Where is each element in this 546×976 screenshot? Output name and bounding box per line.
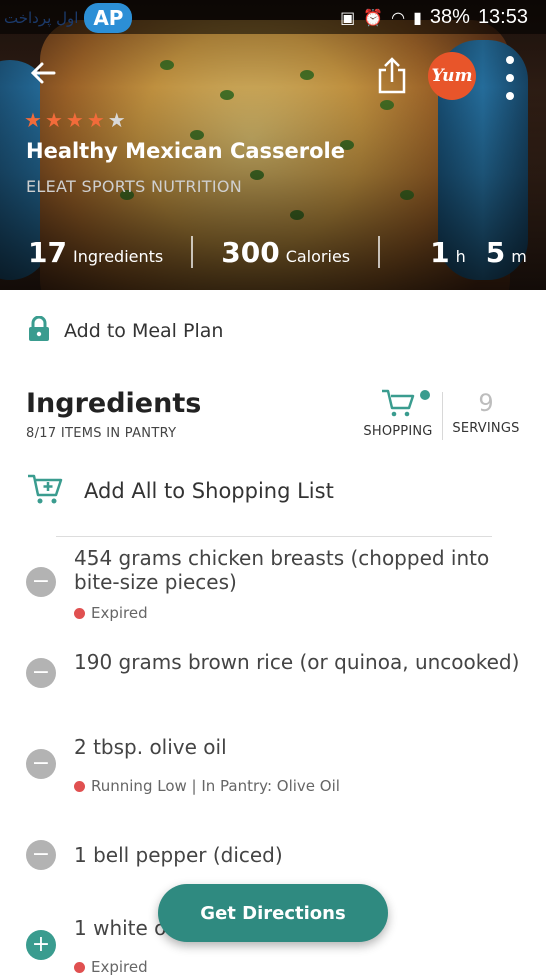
rating-stars: ★ ★ ★ ★ ★: [24, 108, 126, 132]
cart-plus-icon: [26, 472, 64, 510]
yum-save-button[interactable]: Yum: [428, 52, 476, 100]
ingredients-stat: 17 Ingredients: [28, 235, 164, 269]
wifi-icon: ◠: [391, 7, 406, 27]
recipe-stats: 17 Ingredients 300 Calories 1 h 5 m: [28, 232, 528, 272]
remove-button[interactable]: −: [26, 567, 56, 597]
remove-button[interactable]: −: [26, 749, 56, 779]
notification-icon: ▣: [340, 7, 356, 27]
ingredient-status: Expired: [74, 958, 148, 976]
time-stat: 1 h 5 m: [430, 235, 527, 269]
divider: [442, 392, 443, 440]
star-icon: ★: [86, 108, 105, 132]
alert-dot: [74, 780, 85, 792]
divider: [378, 236, 381, 268]
add-button[interactable]: +: [26, 930, 56, 960]
cart-icon: [380, 389, 416, 422]
ingredient-status: Expired: [74, 604, 148, 622]
back-arrow-icon[interactable]: [28, 58, 62, 92]
ingredient-text: 454 grams chicken breasts (chopped into …: [74, 546, 490, 594]
add-to-meal-plan-button[interactable]: Add to Meal Plan: [28, 315, 223, 346]
battery-percent: 38%: [429, 5, 470, 28]
remove-button[interactable]: −: [26, 840, 56, 870]
pantry-count: 8/17 ITEMS IN PANTRY: [26, 426, 177, 441]
star-icon: ★: [65, 108, 84, 132]
star-icon: ★: [44, 108, 63, 132]
alert-dot: [74, 607, 85, 619]
star-empty-icon: ★: [107, 108, 126, 132]
lock-icon: [28, 315, 50, 346]
get-directions-button[interactable]: Get Directions: [158, 884, 388, 942]
alert-dot: [74, 961, 85, 973]
star-icon: ★: [24, 108, 42, 132]
recipe-source[interactable]: ELEAT SPORTS NUTRITION: [26, 177, 242, 196]
more-options-icon[interactable]: [502, 56, 518, 100]
ingredient-text: 1 bell pepper (diced): [74, 843, 283, 867]
recipe-title: Healthy Mexican Casserole: [26, 139, 345, 163]
ingredient-text: 2 tbsp. olive oil: [74, 735, 227, 759]
shopping-toggle[interactable]: SHOPPING: [356, 388, 440, 439]
share-icon[interactable]: [376, 56, 408, 96]
add-all-to-shopping-list-button[interactable]: Add All to Shopping List: [26, 472, 334, 510]
ingredients-heading: Ingredients: [26, 388, 202, 419]
calories-stat: 300 Calories: [221, 235, 351, 269]
remove-button[interactable]: −: [26, 658, 56, 688]
divider: [56, 536, 492, 537]
indicator-dot: [420, 390, 430, 400]
clock: 13:53: [477, 5, 528, 28]
ingredient-text: 190 grams brown rice (or quinoa, uncooke…: [74, 650, 520, 674]
watermark-logo: اول پرداخت AP: [4, 2, 133, 34]
ingredient-status: Running Low | In Pantry: Olive Oil: [74, 777, 340, 795]
alarm-icon: ⏰: [363, 7, 384, 27]
servings-selector[interactable]: 9 SERVINGS: [448, 388, 524, 436]
divider: [191, 236, 194, 268]
signal-icon: ▮: [413, 7, 422, 27]
